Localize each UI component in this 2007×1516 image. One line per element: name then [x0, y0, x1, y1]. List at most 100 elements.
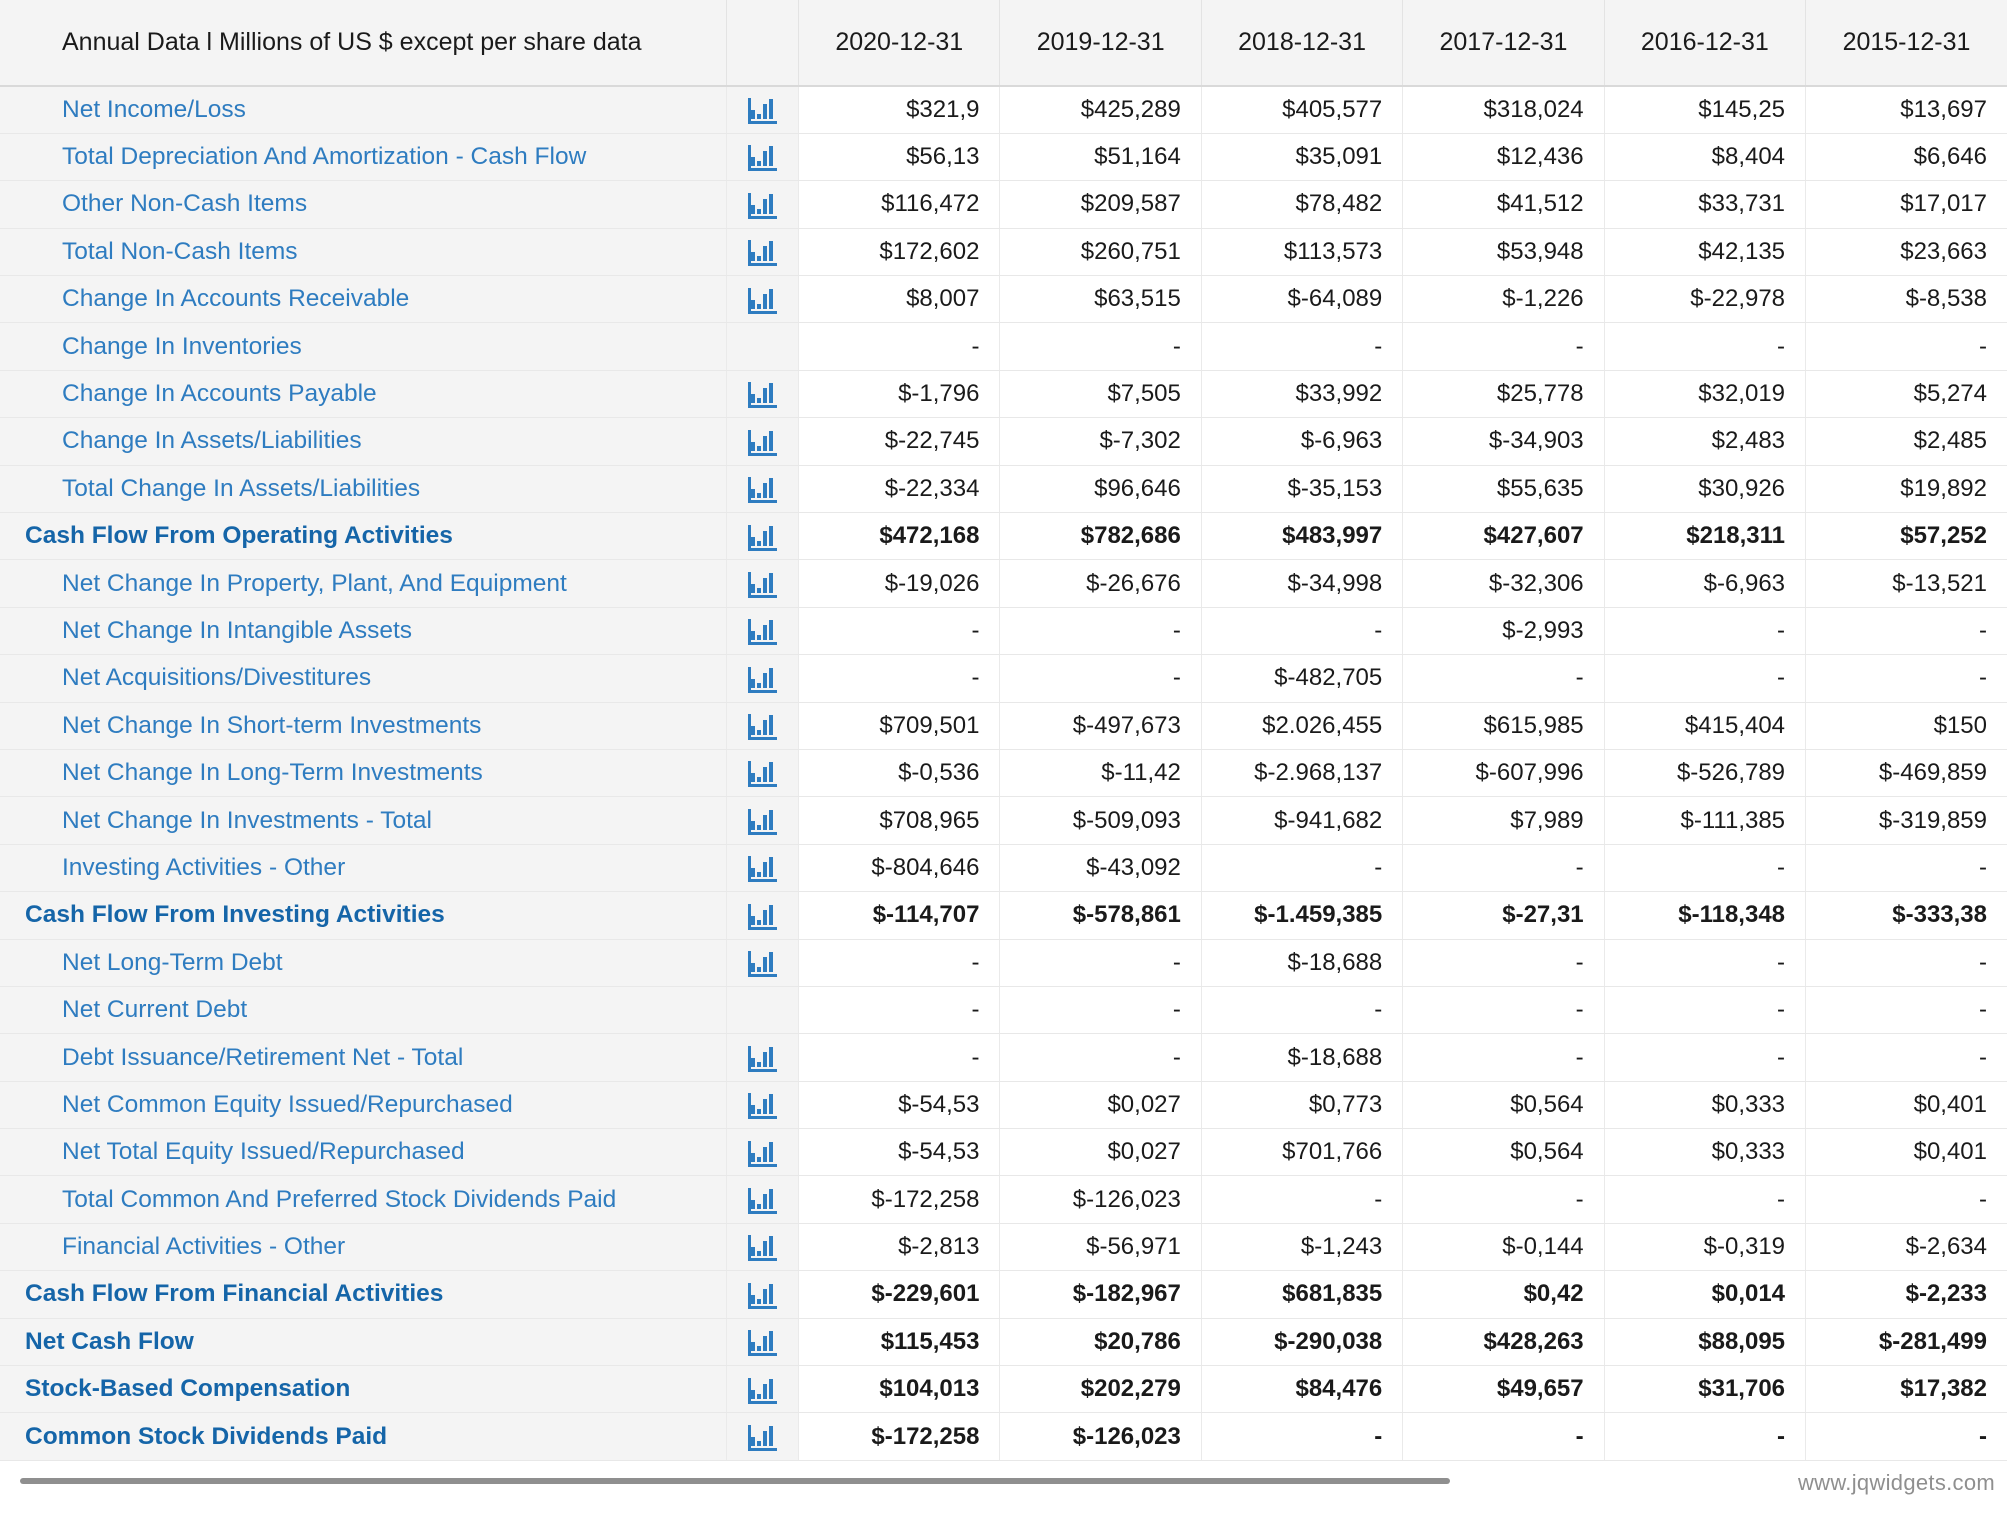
row-chart-cell[interactable] — [726, 465, 800, 514]
row-label[interactable]: Cash Flow From Investing Activities — [0, 891, 727, 940]
bar-chart-icon[interactable] — [747, 428, 778, 456]
row-label[interactable]: Net Long-Term Debt — [0, 939, 727, 987]
row-chart-cell[interactable] — [726, 796, 800, 845]
row-label[interactable]: Total Common And Preferred Stock Dividen… — [0, 1175, 727, 1224]
bar-chart-icon[interactable] — [747, 1044, 778, 1072]
row-chart-cell[interactable] — [726, 370, 800, 419]
row-chart-cell[interactable] — [726, 1033, 800, 1082]
row-label[interactable]: Change In Accounts Receivable — [0, 275, 727, 324]
cell-value: $42,135 — [1604, 228, 1807, 277]
row-label[interactable]: Net Current Debt — [0, 986, 727, 1035]
row-chart-cell[interactable] — [726, 891, 800, 940]
header-year-3[interactable]: 2017-12-31 — [1402, 0, 1605, 87]
cell-value: $782,686 — [999, 512, 1202, 561]
row-label[interactable]: Net Income/Loss — [0, 86, 727, 134]
row-chart-cell[interactable] — [726, 607, 800, 656]
row-chart-cell[interactable] — [726, 1223, 800, 1272]
header-year-5[interactable]: 2015-12-31 — [1805, 0, 2007, 87]
row-label[interactable]: Net Change In Long-Term Investments — [0, 749, 727, 798]
row-chart-cell[interactable] — [726, 559, 800, 608]
row-label[interactable]: Other Non-Cash Items — [0, 180, 727, 229]
row-chart-cell[interactable] — [726, 275, 800, 324]
header-year-1[interactable]: 2019-12-31 — [999, 0, 1202, 87]
row-chart-cell[interactable] — [726, 939, 800, 987]
row-chart-cell[interactable] — [726, 702, 800, 750]
cell-value: $-126,023 — [999, 1175, 1202, 1224]
row-chart-cell[interactable] — [726, 1175, 800, 1224]
row-label[interactable]: Net Change In Property, Plant, And Equip… — [0, 559, 727, 608]
bar-chart-icon[interactable] — [747, 523, 778, 551]
row-label[interactable]: Net Total Equity Issued/Repurchased — [0, 1128, 727, 1177]
cell-value: - — [1402, 939, 1605, 987]
row-label[interactable]: Net Change In Intangible Assets — [0, 607, 727, 656]
row-label[interactable]: Net Cash Flow — [0, 1318, 727, 1367]
row-chart-cell[interactable] — [726, 749, 800, 798]
row-chart-cell[interactable] — [726, 180, 800, 229]
bar-chart-icon[interactable] — [747, 902, 778, 930]
bar-chart-icon[interactable] — [747, 475, 778, 504]
bar-chart-icon[interactable] — [747, 617, 778, 646]
row-label[interactable]: Financial Activities - Other — [0, 1223, 727, 1272]
row-chart-cell[interactable] — [726, 417, 800, 466]
bar-chart-icon[interactable] — [747, 1376, 778, 1404]
row-label[interactable]: Cash Flow From Financial Activities — [0, 1270, 727, 1319]
bar-chart-icon[interactable] — [747, 1091, 778, 1120]
bar-chart-icon[interactable] — [747, 238, 778, 267]
row-label[interactable]: Net Change In Short-term Investments — [0, 702, 727, 750]
bar-chart-icon[interactable] — [747, 712, 778, 741]
bar-chart-icon[interactable] — [747, 807, 778, 835]
bar-chart-icon[interactable] — [747, 1281, 778, 1309]
row-chart-cell[interactable] — [726, 654, 800, 703]
bar-chart-icon[interactable] — [747, 96, 778, 125]
row-chart-cell[interactable] — [726, 1128, 800, 1177]
bar-chart-icon[interactable] — [747, 1139, 778, 1167]
row-label[interactable]: Stock-Based Compensation — [0, 1365, 727, 1414]
row-label[interactable]: Total Non-Cash Items — [0, 228, 727, 277]
row-label[interactable]: Debt Issuance/Retirement Net - Total — [0, 1033, 727, 1082]
row-chart-cell[interactable] — [726, 133, 800, 182]
row-label[interactable]: Common Stock Dividends Paid — [0, 1412, 727, 1461]
row-chart-cell[interactable] — [726, 228, 800, 277]
row-label[interactable]: Total Depreciation And Amortization - Ca… — [0, 133, 727, 182]
row-label[interactable]: Change In Assets/Liabilities — [0, 417, 727, 466]
bar-chart-icon[interactable] — [747, 380, 778, 409]
bar-chart-icon[interactable] — [747, 143, 778, 172]
cell-value: $41,512 — [1402, 180, 1605, 229]
cell-value: - — [1604, 844, 1807, 893]
bar-chart-icon[interactable] — [747, 949, 778, 978]
bar-chart-icon[interactable] — [747, 1233, 778, 1262]
bar-chart-icon[interactable] — [747, 665, 778, 693]
row-label[interactable]: Change In Inventories — [0, 322, 727, 371]
bar-chart-icon[interactable] — [747, 1328, 778, 1357]
table-row: Net Acquisitions/Divestitures - - $-482,705… — [0, 654, 2007, 703]
header-year-0[interactable]: 2020-12-31 — [798, 0, 1001, 87]
bar-chart-icon[interactable] — [747, 191, 778, 219]
cell-value: - — [1604, 1175, 1807, 1224]
row-chart-cell[interactable] — [726, 1318, 800, 1367]
row-chart-cell[interactable] — [726, 1081, 800, 1130]
row-label[interactable]: Net Acquisitions/Divestitures — [0, 654, 727, 703]
row-label[interactable]: Investing Activities - Other — [0, 844, 727, 893]
row-chart-cell[interactable] — [726, 844, 800, 893]
header-year-4[interactable]: 2016-12-31 — [1604, 0, 1807, 87]
row-label[interactable]: Net Change In Investments - Total — [0, 796, 727, 845]
row-label[interactable]: Cash Flow From Operating Activities — [0, 512, 727, 561]
row-chart-cell[interactable] — [726, 86, 800, 134]
row-label[interactable]: Net Common Equity Issued/Repurchased — [0, 1081, 727, 1130]
row-chart-cell[interactable] — [726, 512, 800, 561]
row-label[interactable]: Total Change In Assets/Liabilities — [0, 465, 727, 514]
bar-chart-icon[interactable] — [747, 854, 778, 883]
row-chart-cell[interactable] — [726, 1270, 800, 1319]
bar-chart-icon[interactable] — [747, 1423, 778, 1451]
bar-chart-icon[interactable] — [747, 1186, 778, 1214]
cell-value: $708,965 — [798, 796, 1001, 845]
row-chart-cell[interactable] — [726, 1365, 800, 1414]
row-label[interactable]: Change In Accounts Payable — [0, 370, 727, 419]
header-year-2[interactable]: 2018-12-31 — [1201, 0, 1404, 87]
bar-chart-icon[interactable] — [747, 570, 778, 598]
row-chart-cell[interactable] — [726, 1412, 800, 1461]
cell-value: $-111,385 — [1604, 796, 1807, 845]
bar-chart-icon[interactable] — [747, 286, 778, 314]
bar-chart-icon[interactable] — [747, 759, 778, 788]
horizontal-scrollbar[interactable] — [20, 1478, 1450, 1484]
